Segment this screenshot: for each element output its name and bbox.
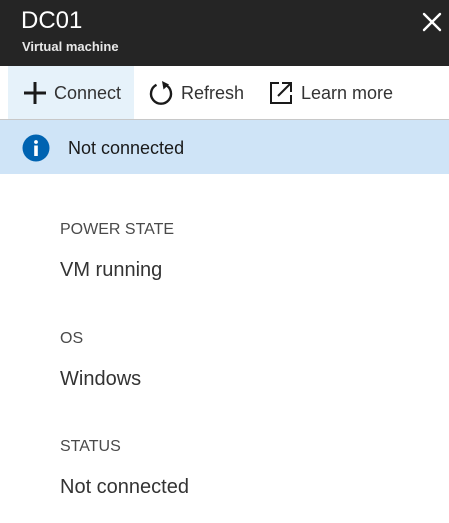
refresh-label: Refresh bbox=[181, 83, 245, 103]
close-button[interactable] bbox=[418, 8, 446, 36]
os-label: OS bbox=[60, 330, 84, 347]
external-link-icon bbox=[270, 82, 292, 104]
command-bar: Connect Refresh Learn more bbox=[0, 66, 449, 120]
connect-button[interactable]: Connect bbox=[8, 66, 134, 119]
power-state-value: VM running bbox=[60, 259, 163, 281]
refresh-button[interactable]: Refresh bbox=[140, 66, 252, 119]
os-value: Windows bbox=[60, 368, 142, 390]
info-icon bbox=[22, 134, 50, 162]
learn-more-button[interactable]: Learn more bbox=[262, 66, 402, 119]
close-icon bbox=[422, 12, 442, 32]
status-value: Not connected bbox=[60, 476, 189, 498]
learn-more-label: Learn more bbox=[301, 83, 394, 103]
refresh-icon bbox=[149, 81, 173, 105]
page-title: DC01 bbox=[21, 7, 83, 34]
plus-icon bbox=[24, 82, 46, 104]
connect-label: Connect bbox=[54, 83, 122, 103]
blade-header: DC01 Virtual machine bbox=[0, 0, 449, 66]
page-subtitle: Virtual machine bbox=[22, 39, 119, 54]
status-label: STATUS bbox=[60, 438, 121, 455]
power-state-label: POWER STATE bbox=[60, 221, 175, 238]
banner-text: Not connected bbox=[68, 138, 185, 158]
